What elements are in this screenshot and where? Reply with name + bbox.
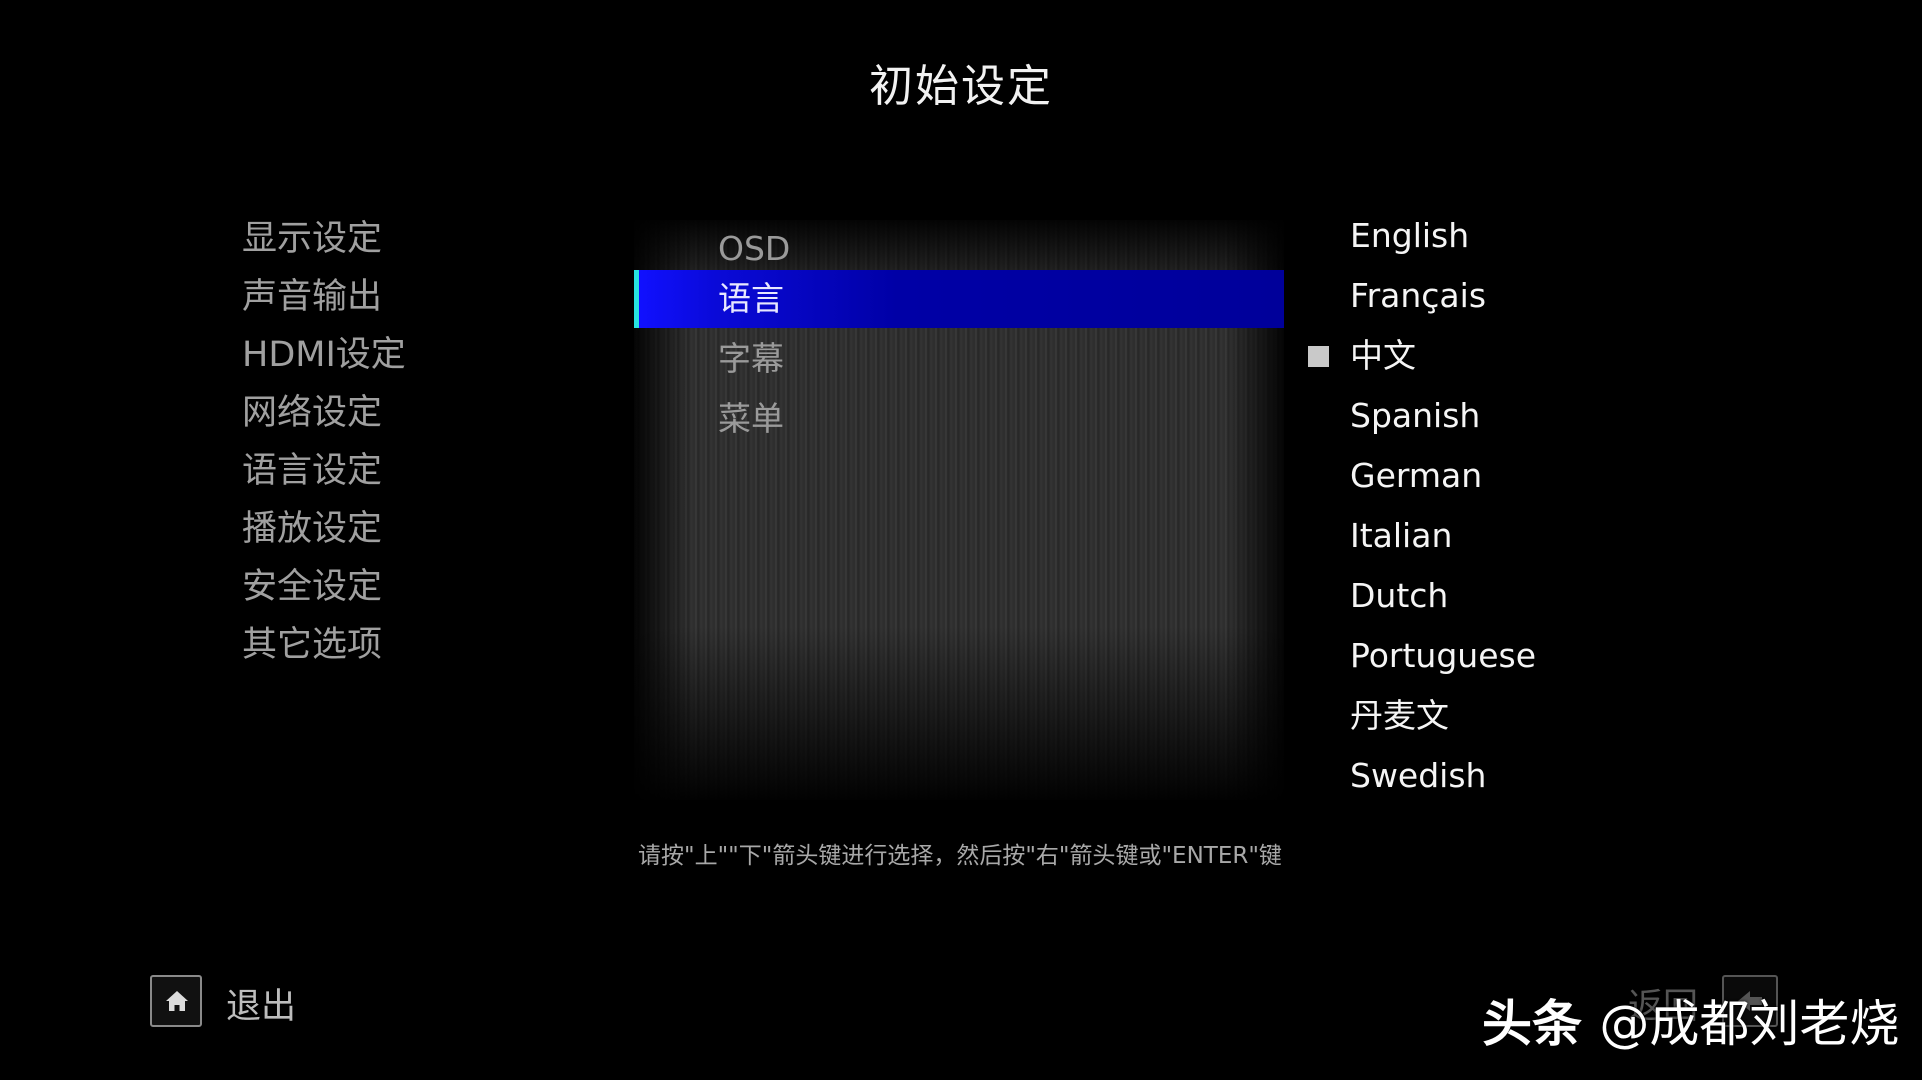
language-option-label: 中文 [1350, 336, 1416, 375]
category-menu: 显示设定 声音输出 HDMI设定 网络设定 语言设定 播放设定 安全设定 其它选… [242, 210, 406, 674]
category-item-hdmi[interactable]: HDMI设定 [242, 326, 406, 384]
category-item-language[interactable]: 语言设定 [242, 442, 406, 500]
category-item-playback[interactable]: 播放设定 [242, 500, 406, 558]
category-item-display[interactable]: 显示设定 [242, 210, 406, 268]
language-option-portuguese[interactable]: Portuguese [1350, 626, 1536, 686]
language-option-swedish[interactable]: Swedish [1350, 746, 1536, 806]
category-item-security[interactable]: 安全设定 [242, 558, 406, 616]
category-item-other[interactable]: 其它选项 [242, 616, 406, 674]
sub-menu-item-language[interactable]: 语言 [634, 270, 1284, 328]
language-option-italian[interactable]: Italian [1350, 506, 1536, 566]
language-option-german[interactable]: German [1350, 446, 1536, 506]
language-option-french[interactable]: Français [1350, 266, 1536, 326]
watermark: 头条 @成都刘老烧 [1482, 984, 1899, 1056]
sub-menu-panel: OSD 语言 字幕 菜单 [634, 220, 1284, 800]
navigation-hint: 请按"上""下"箭头键进行选择，然后按"右"箭头键或"ENTER"键 [638, 843, 1282, 869]
language-option-spanish[interactable]: Spanish [1350, 386, 1536, 446]
sub-menu-item-menu[interactable]: 菜单 [634, 390, 1284, 448]
category-item-network[interactable]: 网络设定 [242, 384, 406, 442]
watermark-brand: 头条 [1482, 995, 1582, 1053]
language-option-dutch[interactable]: Dutch [1350, 566, 1536, 626]
language-option-danish[interactable]: 丹麦文 [1350, 686, 1536, 746]
language-option-chinese[interactable]: 中文 [1308, 326, 1536, 386]
current-selection-marker [1308, 346, 1329, 367]
sub-menu-item-subtitle[interactable]: 字幕 [634, 330, 1284, 388]
page-title: 初始设定 [869, 61, 1053, 112]
home-icon [166, 991, 188, 1011]
language-option-english[interactable]: English [1350, 206, 1536, 266]
exit-label[interactable]: 退出 [226, 978, 296, 1029]
watermark-handle: @成都刘老烧 [1599, 995, 1900, 1053]
category-item-audio-output[interactable]: 声音输出 [242, 268, 406, 326]
language-options: English Français 中文 Spanish German Itali… [1308, 206, 1536, 806]
home-button[interactable] [150, 975, 202, 1027]
